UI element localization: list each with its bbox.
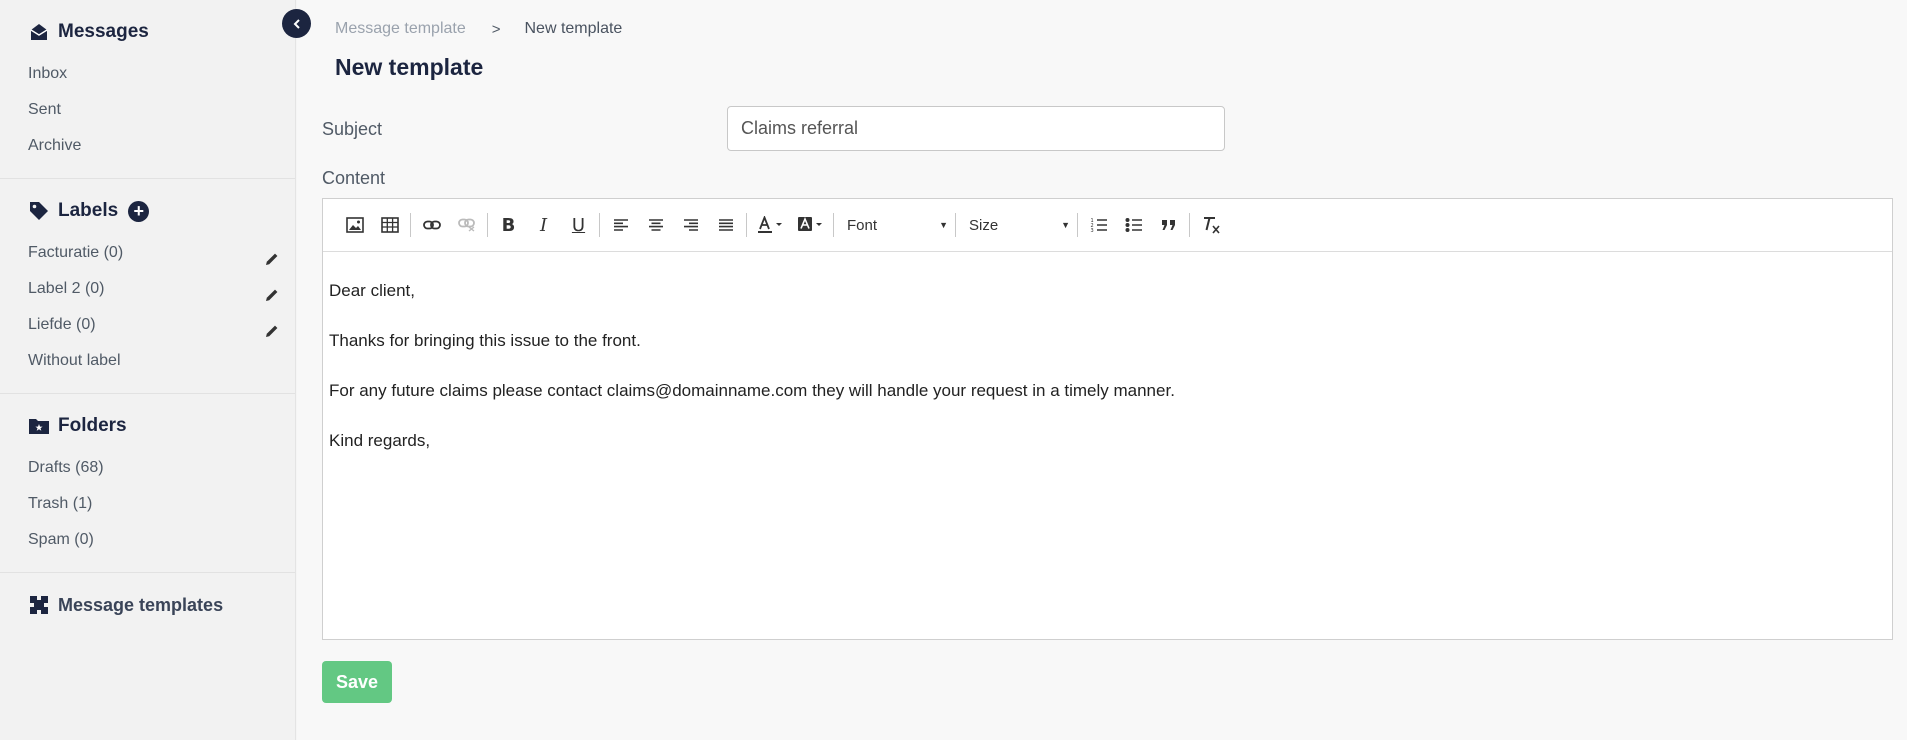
unordered-list-icon[interactable]	[1116, 210, 1151, 240]
sidebar-item-sent[interactable]: Sent	[0, 92, 295, 128]
text-color-icon[interactable]	[750, 210, 790, 240]
editor-content-area[interactable]: Dear client, Thanks for bringing this is…	[323, 252, 1892, 480]
align-left-icon[interactable]	[603, 210, 638, 240]
editor-paragraph: Kind regards,	[329, 431, 431, 450]
folder-star-icon	[28, 415, 50, 437]
editor-toolbar: B I U Font ▼ Size ▼ 123	[323, 199, 1892, 252]
breadcrumb-separator: >	[491, 20, 501, 38]
messages-header: Messages	[0, 18, 295, 46]
collapse-sidebar-button[interactable]	[282, 9, 311, 38]
blockquote-icon[interactable]	[1151, 210, 1186, 240]
breadcrumb-parent[interactable]: Message template	[335, 20, 466, 38]
font-select[interactable]: Font ▼	[837, 210, 952, 240]
link-icon[interactable]	[414, 210, 449, 240]
editor-paragraph: Dear client,	[329, 281, 415, 300]
message-templates-link[interactable]: Message templates	[0, 591, 295, 619]
subject-label: Subject	[322, 119, 383, 139]
background-color-icon[interactable]	[790, 210, 830, 240]
add-label-button[interactable]: +	[128, 200, 150, 222]
toolbar-divider	[599, 213, 600, 237]
pencil-icon[interactable]	[265, 244, 281, 265]
size-select[interactable]: Size ▼	[959, 210, 1074, 240]
toolbar-divider	[955, 213, 956, 237]
sidebar-item-spam[interactable]: Spam (0)	[0, 522, 295, 558]
size-select-value: Size	[969, 216, 999, 234]
toolbar-divider	[1077, 213, 1078, 237]
message-templates-title: Message templates	[58, 594, 224, 615]
toolbar-divider	[410, 213, 411, 237]
sidebar-item-label[interactable]: Facturatie (0)	[0, 235, 295, 271]
ordered-list-icon[interactable]: 123	[1081, 210, 1116, 240]
sidebar-item-label[interactable]: Liefde (0)	[0, 307, 295, 343]
clear-format-icon[interactable]	[1193, 210, 1228, 240]
label-name: Label 2 (0)	[28, 280, 105, 297]
table-icon[interactable]	[372, 210, 407, 240]
pencil-icon[interactable]	[265, 280, 281, 301]
caret-down-icon: ▼	[1061, 220, 1070, 230]
svg-text:3: 3	[1090, 228, 1093, 233]
unlink-icon[interactable]	[449, 210, 484, 240]
sidebar-item-drafts[interactable]: Drafts (68)	[0, 450, 295, 486]
toolbar-divider	[1189, 213, 1190, 237]
main-content: Message template > New template New temp…	[297, 0, 1907, 740]
sidebar-item-archive[interactable]: Archive	[0, 128, 295, 164]
align-right-icon[interactable]	[673, 210, 708, 240]
content-label: Content	[322, 168, 386, 188]
caret-down-icon: ▼	[939, 220, 948, 230]
breadcrumb: Message template > New template	[335, 20, 622, 38]
editor-paragraph: For any future claims please contact cla…	[329, 381, 1175, 400]
bold-icon[interactable]: B	[491, 210, 526, 240]
folders-title: Folders	[58, 415, 127, 436]
templates-section: Message templates	[0, 573, 295, 643]
toolbar-divider	[833, 213, 834, 237]
breadcrumb-current: New template	[524, 20, 623, 37]
chevron-left-icon	[293, 18, 300, 29]
toolbar-divider	[487, 213, 488, 237]
sidebar-item-without-label[interactable]: Without label	[0, 343, 295, 379]
label-name: Liefde (0)	[28, 316, 96, 333]
image-icon[interactable]	[337, 210, 372, 240]
font-select-value: Font	[847, 216, 878, 234]
labels-header: Labels +	[0, 197, 295, 225]
label-name: Facturatie (0)	[28, 244, 124, 261]
sidebar-item-inbox[interactable]: Inbox	[0, 56, 295, 92]
sidebar-item-trash[interactable]: Trash (1)	[0, 486, 295, 522]
page-title: New template	[335, 54, 484, 80]
messages-section: Messages Inbox Sent Archive	[0, 0, 295, 179]
puzzle-icon	[28, 594, 50, 616]
underline-icon[interactable]: U	[561, 210, 596, 240]
sidebar: Messages Inbox Sent Archive Labels + Fac…	[0, 0, 296, 740]
rich-text-editor: B I U Font ▼ Size ▼ 123 Dear client, Thank…	[322, 198, 1893, 640]
folders-header: Folders	[0, 412, 295, 440]
editor-paragraph: Thanks for bringing this issue to the fr…	[329, 331, 641, 350]
toolbar-divider	[746, 213, 747, 237]
labels-section: Labels + Facturatie (0) Label 2 (0) Lief…	[0, 179, 295, 394]
save-button[interactable]: Save	[322, 661, 392, 703]
labels-title: Labels	[58, 200, 119, 221]
folders-section: Folders Drafts (68) Trash (1) Spam (0)	[0, 394, 295, 573]
subject-input[interactable]	[727, 106, 1225, 151]
messages-title: Messages	[58, 21, 149, 42]
sidebar-item-label[interactable]: Label 2 (0)	[0, 271, 295, 307]
align-center-icon[interactable]	[638, 210, 673, 240]
italic-icon[interactable]: I	[526, 210, 561, 240]
align-justify-icon[interactable]	[708, 210, 743, 240]
pencil-icon[interactable]	[265, 316, 281, 337]
tag-icon	[28, 200, 50, 222]
envelope-open-icon	[28, 21, 50, 43]
